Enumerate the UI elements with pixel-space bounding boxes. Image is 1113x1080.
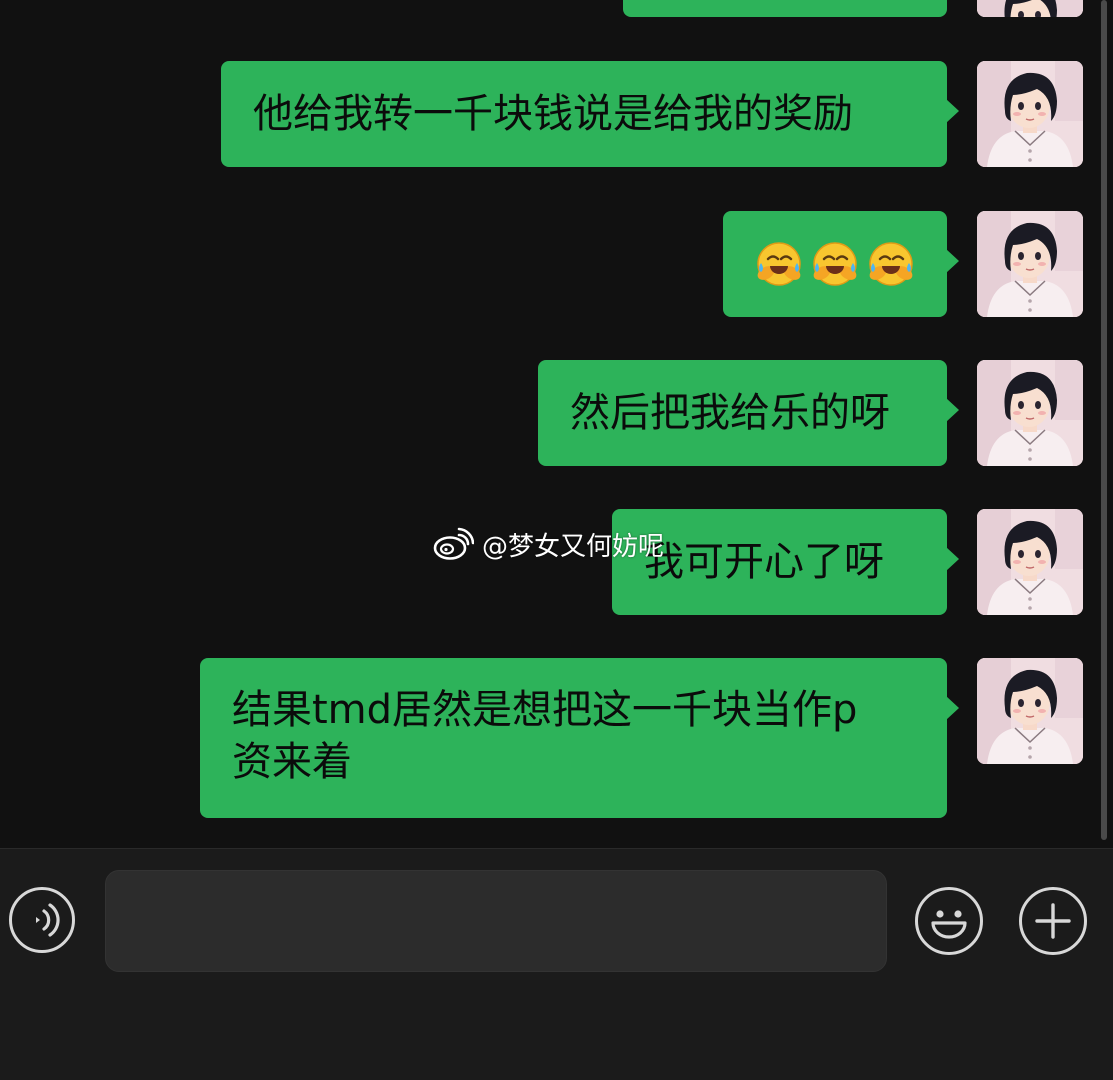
message-text-line: 资来着	[232, 739, 352, 785]
avatar[interactable]	[977, 211, 1083, 317]
weibo-logo-icon	[433, 527, 474, 560]
message-bubble[interactable]: 结果tmd居然是想把这一千块当作p 资来着	[200, 658, 959, 818]
emoji-button[interactable]	[915, 887, 983, 955]
avatar[interactable]	[977, 0, 1083, 17]
avatar[interactable]	[977, 360, 1083, 466]
face-with-tears-of-joy-icon	[866, 241, 916, 287]
chat-screen: 他给我转一千块钱说是给我的奖励 然后把我给乐的呀 我可开心了呀 结果tmd居然是…	[0, 0, 1113, 1080]
message-text-line: 结果tmd居然是想把这一千块当作p	[232, 687, 858, 733]
avatar[interactable]	[977, 509, 1083, 615]
message-bubble[interactable]: 他给我转一千块钱说是给我的奖励	[221, 61, 959, 167]
message-bubble-partial[interactable]	[623, 0, 947, 17]
chat-history[interactable]: 他给我转一千块钱说是给我的奖励 然后把我给乐的呀 我可开心了呀 结果tmd居然是…	[0, 0, 1113, 848]
message-text: 然后把我给乐的呀	[570, 390, 890, 436]
voice-icon	[36, 903, 60, 937]
face-with-tears-of-joy-icon	[754, 241, 804, 287]
watermark-text: @梦女又何妨呢	[482, 531, 665, 562]
message-text: 我可开心了呀	[644, 539, 884, 585]
avatar[interactable]	[977, 658, 1083, 764]
plus-button[interactable]	[1019, 887, 1087, 955]
smiley-icon	[931, 910, 967, 939]
weibo-watermark: @梦女又何妨呢	[432, 524, 664, 564]
avatar[interactable]	[977, 61, 1083, 167]
plus-icon	[1035, 903, 1071, 939]
face-with-tears-of-joy-icon	[810, 241, 860, 287]
voice-button[interactable]	[9, 887, 75, 953]
input-bar	[0, 848, 1113, 1080]
scrollbar[interactable]	[1101, 0, 1107, 840]
message-text: 他给我转一千块钱说是给我的奖励	[253, 91, 853, 137]
message-bubble[interactable]: 然后把我给乐的呀	[538, 360, 959, 466]
message-bubble-emoji[interactable]	[723, 211, 959, 317]
message-input[interactable]	[105, 870, 887, 972]
